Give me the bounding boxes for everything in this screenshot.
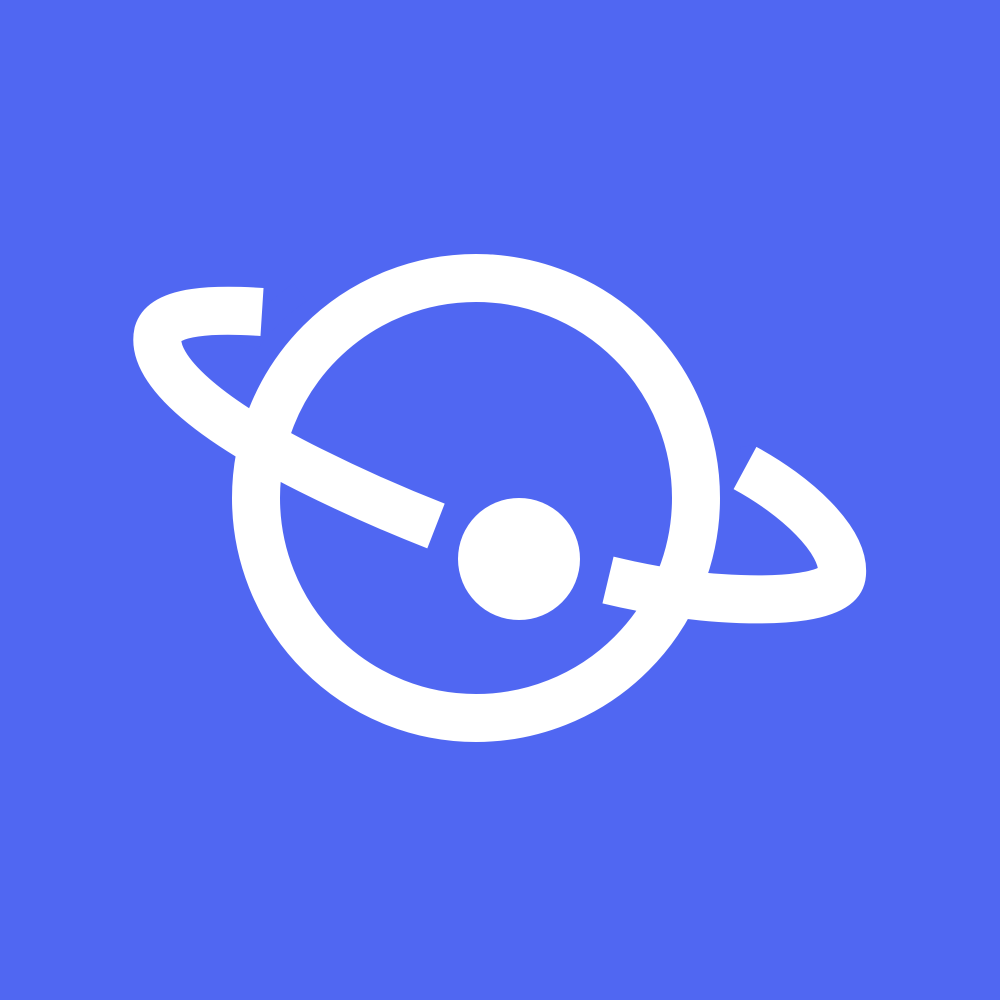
planet-orbit-icon [133, 254, 866, 742]
moon-icon [458, 498, 580, 620]
logo-canvas [0, 0, 1000, 1000]
orbit-right-icon [602, 446, 866, 624]
